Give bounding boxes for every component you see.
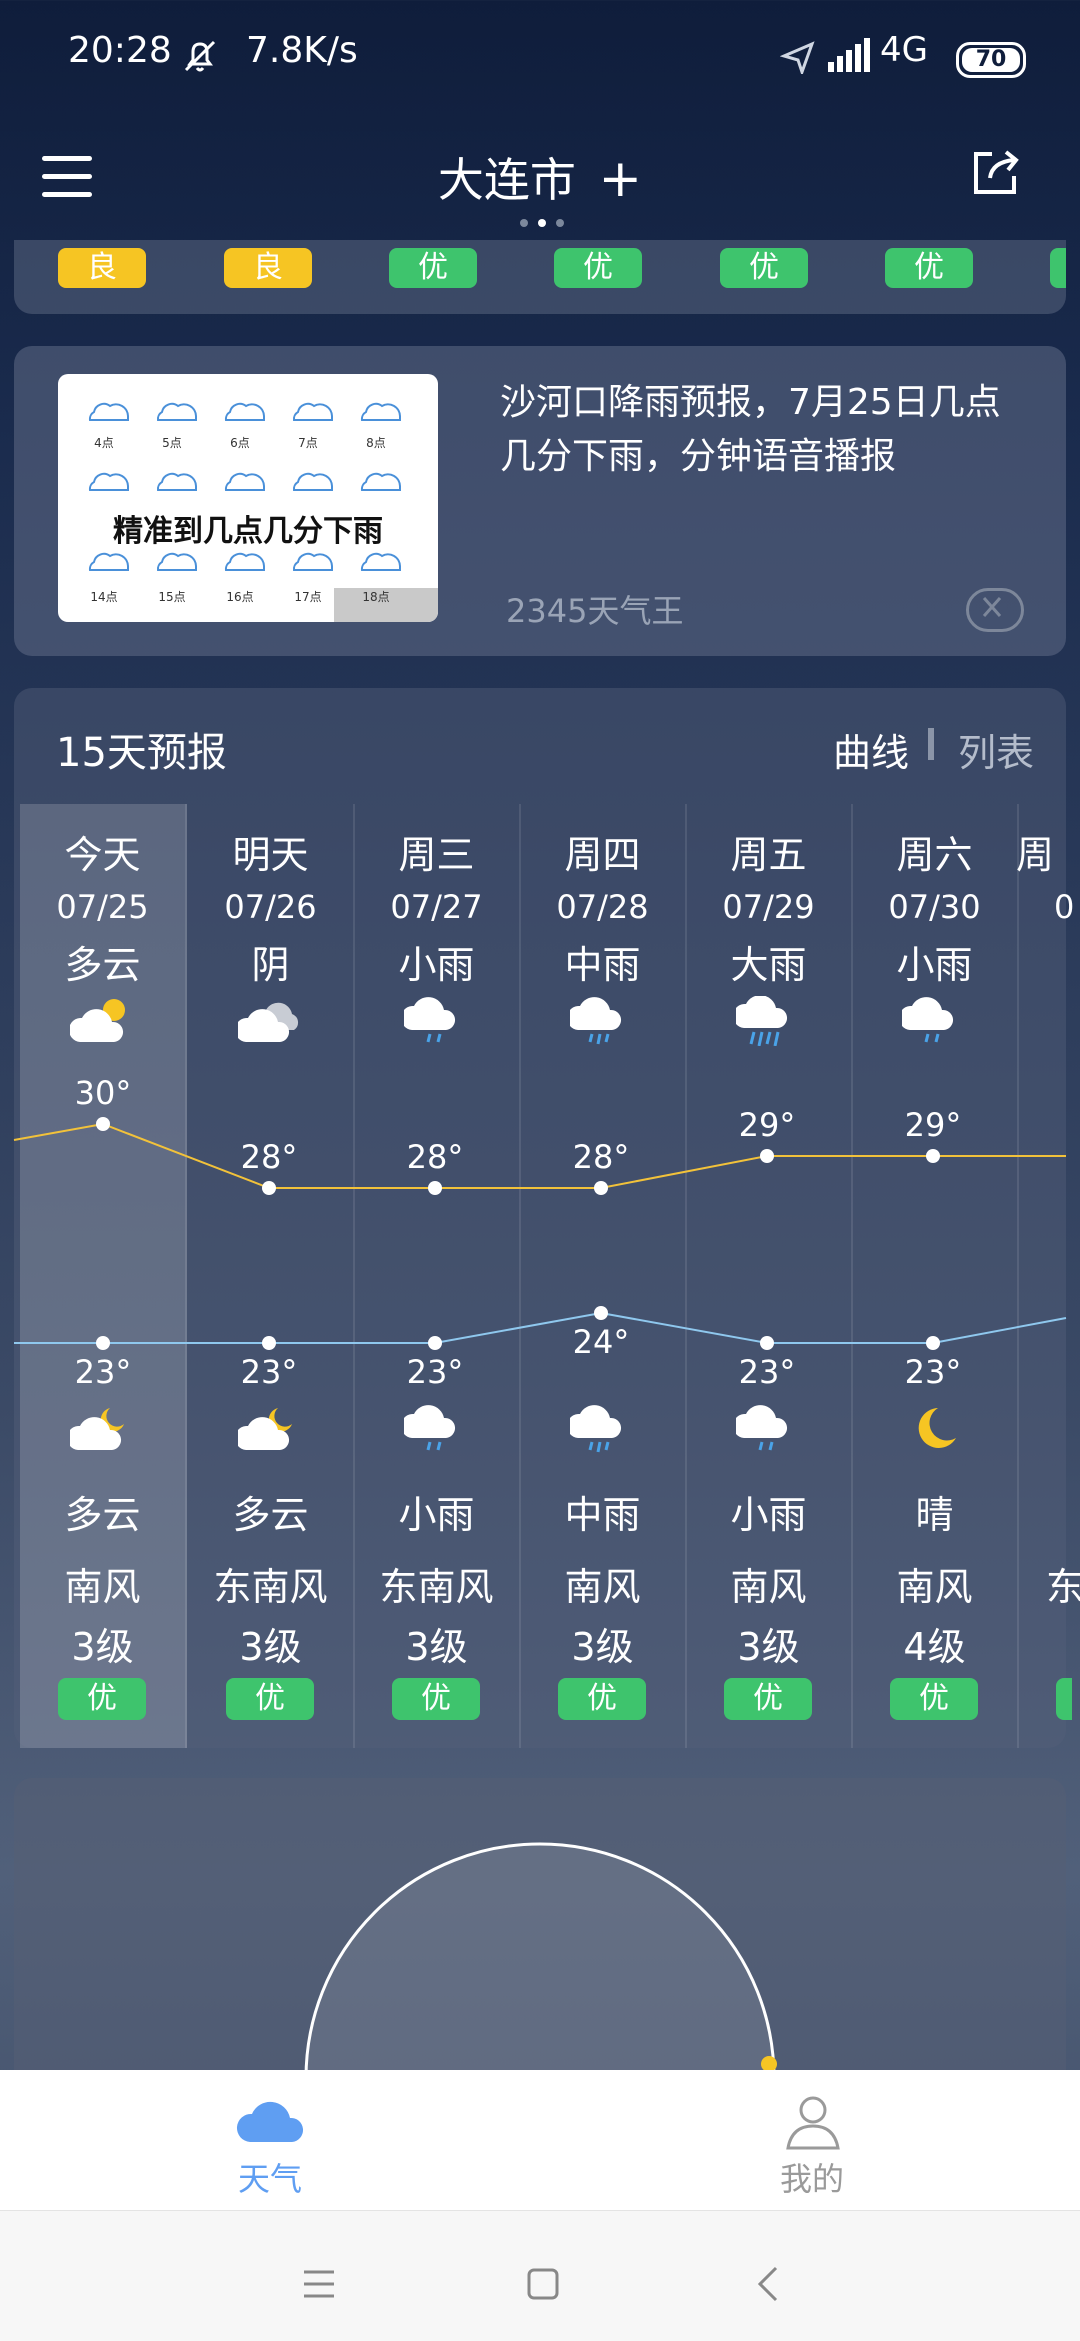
partial-day: 周 xyxy=(1016,833,1055,877)
low-temp-label: 24° xyxy=(572,1323,630,1361)
low-temp-point xyxy=(96,1336,110,1350)
low-temp-label: 23° xyxy=(904,1353,962,1391)
cloud-icon xyxy=(236,2101,304,2142)
low-temp-point xyxy=(926,1336,940,1350)
system-nav-bar xyxy=(0,2210,1080,2341)
home-icon[interactable] xyxy=(526,2267,560,2301)
high-temp-label: 28° xyxy=(240,1138,298,1176)
high-temp-point xyxy=(262,1181,276,1195)
high-temp-point xyxy=(926,1149,940,1163)
high-temp-point xyxy=(594,1181,608,1195)
high-temp-point xyxy=(428,1181,442,1195)
low-temp-point xyxy=(594,1306,608,1320)
recent-apps-icon[interactable] xyxy=(302,2269,336,2299)
high-temp-label: 30° xyxy=(74,1074,132,1112)
low-temp-line xyxy=(14,1311,1067,1344)
partial-wind: 东 xyxy=(1046,1565,1080,1609)
sun-icon xyxy=(761,2056,777,2070)
low-temp-point xyxy=(428,1336,442,1350)
nav-mine-label: 我的 xyxy=(779,2160,844,2198)
low-temp-label: 23° xyxy=(240,1353,298,1391)
partial-date: 0 xyxy=(1054,888,1075,926)
low-temp-label: 23° xyxy=(406,1353,464,1391)
nav-weather-label: 天气 xyxy=(237,2160,302,2198)
low-temp-point xyxy=(760,1336,774,1350)
high-temp-label: 29° xyxy=(904,1106,962,1144)
low-temp-point xyxy=(262,1336,276,1350)
high-temp-label: 28° xyxy=(572,1138,630,1176)
bottom-nav xyxy=(0,2070,1080,2210)
high-temp-point xyxy=(760,1149,774,1163)
sun-arc xyxy=(304,1842,776,2078)
sunrise-card xyxy=(14,1778,1066,2078)
back-icon[interactable] xyxy=(756,2265,780,2303)
low-temp-label: 23° xyxy=(74,1353,132,1391)
high-temp-label: 28° xyxy=(406,1138,464,1176)
aqi-badge-partial xyxy=(1056,1678,1072,1720)
user-icon xyxy=(786,2096,840,2150)
low-temp-label: 23° xyxy=(738,1353,796,1391)
high-temp-point xyxy=(96,1117,110,1131)
high-temp-label: 29° xyxy=(738,1106,796,1144)
